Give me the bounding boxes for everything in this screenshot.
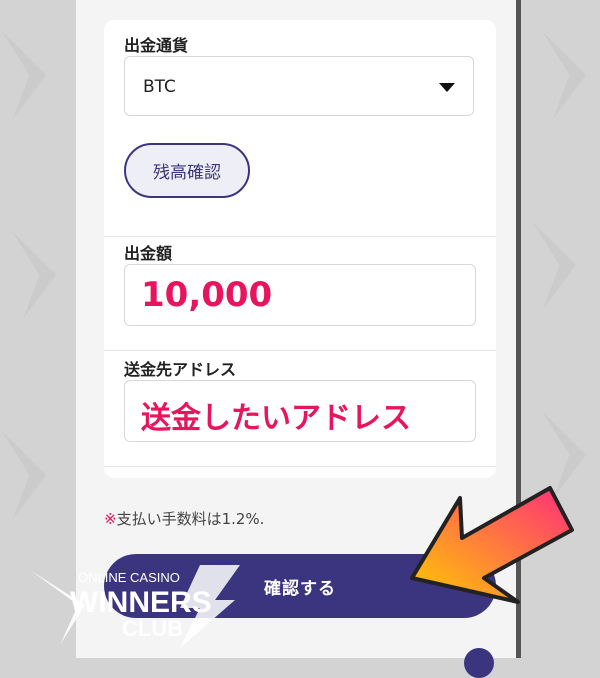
caret-down-icon	[439, 83, 455, 92]
note-text: 支払い手数料は1.2%.	[116, 510, 265, 528]
amount-field[interactable]: 10,000	[124, 264, 476, 326]
fee-note: ※支払い手数料は1.2%.	[104, 508, 264, 529]
watermark-line2: WINNERS	[70, 586, 212, 619]
address-field[interactable]: 送金したいアドレス	[124, 380, 476, 442]
note-mark: ※	[104, 510, 117, 528]
bg-logo-icon	[532, 221, 576, 309]
watermark-line1: ONLINE CASINO	[78, 570, 180, 585]
address-value: 送金したいアドレス	[141, 401, 411, 436]
balance-check-button[interactable]: 残高確認	[124, 143, 250, 198]
currency-label: 出金通貨	[124, 36, 189, 55]
bottom-floating-button[interactable]	[464, 648, 494, 678]
amount-label: 出金額	[124, 244, 173, 263]
divider	[104, 236, 496, 237]
bg-logo-icon	[542, 31, 586, 119]
divider	[104, 466, 496, 467]
watermark-line3: CLUB	[122, 616, 183, 641]
amount-value: 10,000	[141, 275, 273, 315]
address-label: 送金先アドレス	[124, 360, 237, 379]
pointer-arrow-icon	[410, 486, 574, 604]
winners-club-logo: ONLINE CASINO WINNERS CLUB	[30, 565, 240, 648]
currency-select-value: BTC	[143, 77, 176, 97]
currency-select[interactable]: BTC	[124, 56, 474, 116]
divider	[104, 350, 496, 351]
